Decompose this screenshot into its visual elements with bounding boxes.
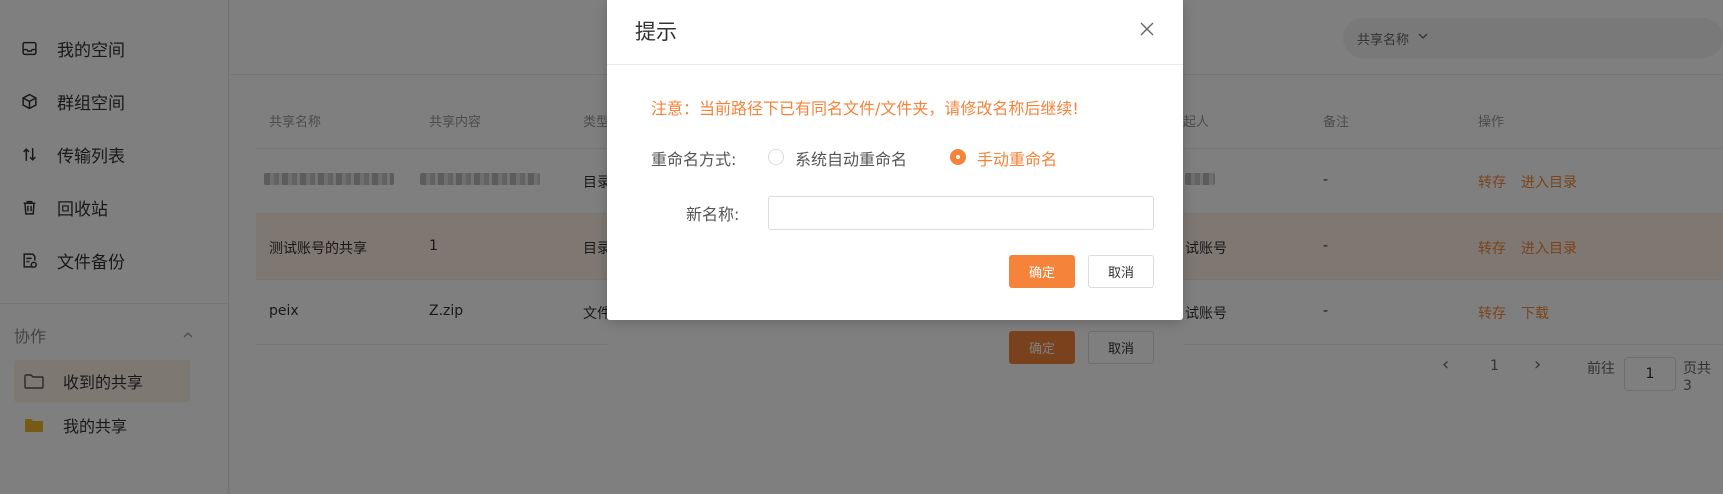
new-name-label: 新名称: xyxy=(686,205,740,224)
radio-manual-rename-label[interactable]: 手动重命名 xyxy=(977,146,1057,170)
radio-auto-rename[interactable] xyxy=(768,149,784,165)
confirm-button[interactable]: 确定 xyxy=(1009,255,1075,288)
dialog-title: 提示 xyxy=(635,20,677,44)
radio-auto-rename-label[interactable]: 系统自动重命名 xyxy=(795,146,907,170)
rename-mode-label: 重命名方式: xyxy=(651,150,737,169)
radio-manual-rename[interactable] xyxy=(950,149,966,165)
rename-dialog: 提示 注意：当前路径下已有同名文件/文件夹，请修改名称后继续! 重命名方式: 系… xyxy=(607,0,1183,320)
new-name-input[interactable] xyxy=(768,196,1154,230)
warning-message: 注意：当前路径下已有同名文件/文件夹，请修改名称后继续! xyxy=(651,99,1079,118)
cancel-button[interactable]: 取消 xyxy=(1088,255,1154,288)
close-icon[interactable] xyxy=(1140,21,1156,37)
divider xyxy=(607,64,1183,65)
